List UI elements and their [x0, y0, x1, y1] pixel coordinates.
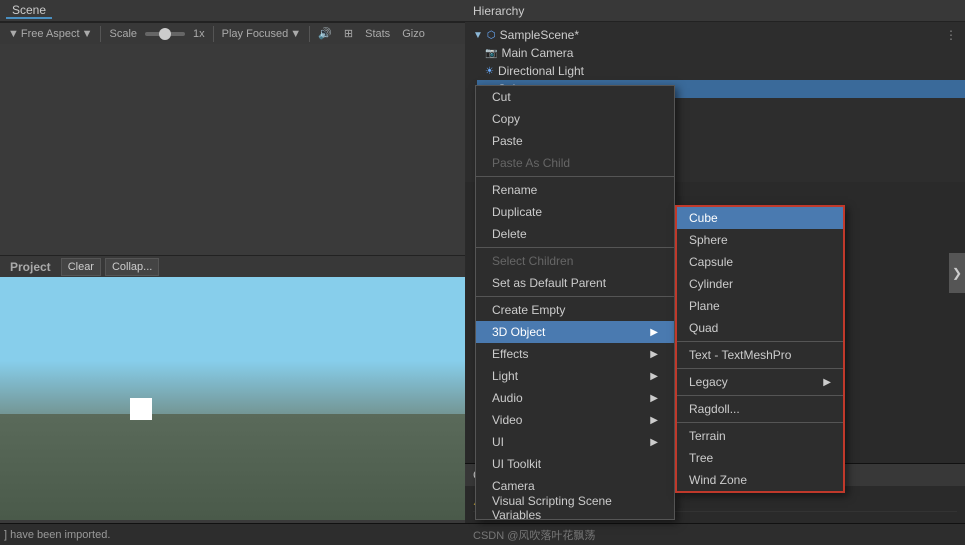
light-icon: ☀ — [485, 66, 494, 77]
sub-capsule[interactable]: Capsule — [677, 251, 843, 273]
sub-terrain[interactable]: Terrain — [677, 425, 843, 447]
chevron-right-icon: ❯ — [952, 266, 962, 280]
game-view-bar: Project Clear Collap... — [0, 255, 465, 277]
grid-icon[interactable]: ⊞ — [340, 26, 357, 41]
main-layout: Scene — [0, 0, 965, 545]
ctx-sep2 — [476, 247, 674, 248]
unity-icon: ⬡ — [487, 30, 496, 41]
ctx-set-default-parent[interactable]: Set as Default Parent — [476, 272, 674, 294]
scale-value: 1x — [189, 27, 209, 41]
submenu-arrow-3d: ▶ — [650, 327, 658, 338]
ctx-visual-scripting[interactable]: Visual Scripting Scene Variables — [476, 497, 674, 519]
sub-sphere[interactable]: Sphere — [677, 229, 843, 251]
sub-sep2 — [677, 368, 843, 369]
sub-cube[interactable]: Cube — [677, 207, 843, 229]
ctx-ui[interactable]: UI ▶ — [476, 431, 674, 453]
main-camera-item[interactable]: 📷 Main Camera — [477, 44, 965, 62]
sub-wind-zone[interactable]: Wind Zone — [677, 469, 843, 491]
sub-ragdoll[interactable]: Ragdoll... — [677, 398, 843, 420]
play-focused-dropdown[interactable]: Play Focused ▼ — [218, 27, 306, 41]
sub-sep4 — [677, 422, 843, 423]
status-bar: ] have been imported. — [0, 523, 465, 545]
submenu-arrow-ui: ▶ — [650, 437, 658, 448]
ctx-sep1 — [476, 176, 674, 177]
scale-label: Scale — [105, 27, 141, 41]
scene-tab[interactable]: Scene — [6, 3, 52, 19]
separator2 — [213, 26, 214, 42]
sub-sep1 — [677, 341, 843, 342]
ctx-ui-toolkit[interactable]: UI Toolkit — [476, 453, 674, 475]
directional-light-item[interactable]: ☀ Directional Light — [477, 62, 965, 80]
ctx-delete[interactable]: Delete — [476, 223, 674, 245]
viewport-panel: Scene — [0, 0, 465, 545]
ctx-create-empty[interactable]: Create Empty — [476, 299, 674, 321]
ctx-rename[interactable]: Rename — [476, 179, 674, 201]
stats-btn[interactable]: Stats — [361, 27, 394, 41]
dropdown-arrow-left: ▼ — [8, 28, 19, 40]
legacy-arrow: ▶ — [823, 377, 831, 388]
separator — [100, 26, 101, 42]
sub-plane[interactable]: Plane — [677, 295, 843, 317]
scene-root-item[interactable]: ▼ ⬡ SampleScene* ⋮ — [465, 26, 965, 44]
hierarchy-header: Hierarchy — [465, 0, 965, 22]
scene-name: SampleScene* — [500, 28, 579, 42]
ctx-duplicate[interactable]: Duplicate — [476, 201, 674, 223]
gizmos-btn[interactable]: Gizo — [398, 27, 429, 41]
hierarchy-title: Hierarchy — [473, 4, 524, 18]
submenu-arrow-light: ▶ — [650, 371, 658, 382]
main-camera-label: Main Camera — [501, 46, 573, 60]
expand-arrow[interactable]: ❯ — [949, 253, 965, 293]
submenu-arrow-audio: ▶ — [650, 393, 658, 404]
ctx-select-children: Select Children — [476, 250, 674, 272]
game-object-square — [130, 398, 152, 420]
sub-tree[interactable]: Tree — [677, 447, 843, 469]
status-message: ] have been imported. — [4, 529, 110, 541]
scene-view: Scene — [0, 0, 465, 255]
ctx-audio[interactable]: Audio ▶ — [476, 387, 674, 409]
ctx-effects[interactable]: Effects ▶ — [476, 343, 674, 365]
options-icon[interactable]: ⋮ — [945, 28, 957, 42]
submenu-arrow-video: ▶ — [650, 415, 658, 426]
camera-icon: 📷 — [485, 48, 497, 59]
status-text: CSDN @风吹落叶花飘荡 — [473, 527, 595, 543]
sub-legacy[interactable]: Legacy ▶ — [677, 371, 843, 393]
free-aspect-dropdown[interactable]: ▼ Free Aspect ▼ — [4, 27, 96, 41]
ctx-paste[interactable]: Paste — [476, 130, 674, 152]
dropdown-arrow-right: ▼ — [82, 28, 93, 40]
sub-cylinder[interactable]: Cylinder — [677, 273, 843, 295]
ctx-light[interactable]: Light ▶ — [476, 365, 674, 387]
project-tab[interactable]: Project — [4, 260, 57, 274]
clear-btn[interactable]: Clear — [61, 258, 101, 276]
sub-textmeshpro[interactable]: Text - TextMeshPro — [677, 344, 843, 366]
directional-light-label: Directional Light — [498, 64, 584, 78]
game-view[interactable] — [0, 255, 465, 520]
viewport-toolbar: ▼ Free Aspect ▼ Scale 1x Play Focused ▼ … — [0, 22, 465, 44]
ctx-video[interactable]: Video ▶ — [476, 409, 674, 431]
sub-quad[interactable]: Quad — [677, 317, 843, 339]
ctx-copy[interactable]: Copy — [476, 108, 674, 130]
dropdown-arrow: ▼ — [290, 28, 301, 40]
ctx-sep3 — [476, 296, 674, 297]
submenu-arrow-effects: ▶ — [650, 349, 658, 360]
audio-icon[interactable]: 🔊 — [314, 26, 336, 41]
context-menu: Cut Copy Paste Paste As Child Rename Dup… — [475, 85, 675, 520]
ctx-3d-object[interactable]: 3D Object ▶ — [476, 321, 674, 343]
right-panel: Hierarchy ▼ ⬡ SampleScene* ⋮ 📷 Main Came… — [465, 0, 965, 545]
separator3 — [309, 26, 310, 42]
scale-slider[interactable] — [145, 32, 185, 36]
sub-sep3 — [677, 395, 843, 396]
collapse-btn[interactable]: Collap... — [105, 258, 159, 276]
ctx-paste-as-child: Paste As Child — [476, 152, 674, 174]
right-status-bar: CSDN @风吹落叶花飘荡 — [465, 523, 965, 545]
scene-icon: ▼ — [473, 30, 483, 41]
ctx-cut[interactable]: Cut — [476, 86, 674, 108]
submenu-3d-object: Cube Sphere Capsule Cylinder Plane Quad … — [675, 205, 845, 493]
